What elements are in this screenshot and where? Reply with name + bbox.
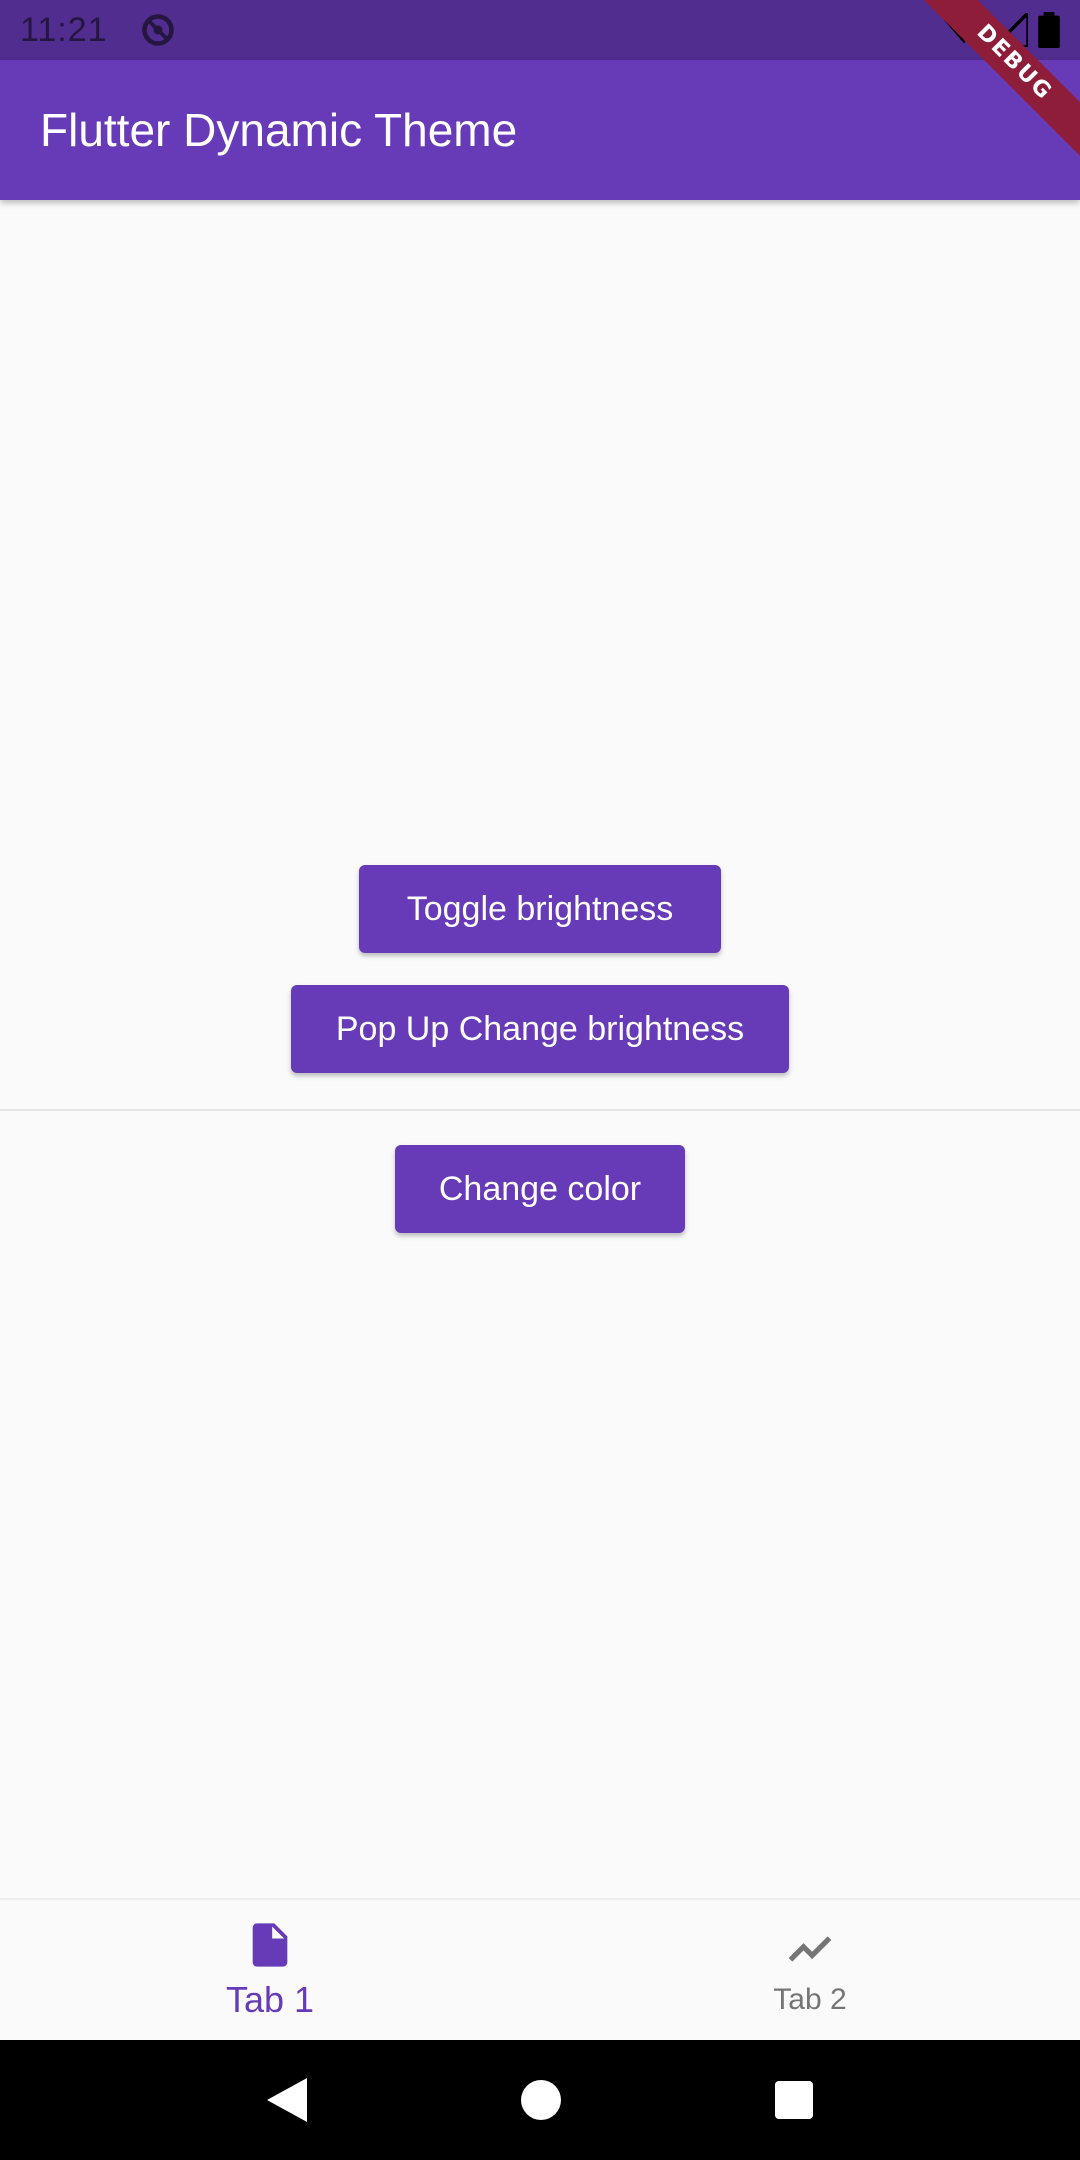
tab-1[interactable]: Tab 1 xyxy=(0,1900,540,2040)
system-navigation-bar xyxy=(0,2040,1080,2160)
status-bar: 11:21 xyxy=(0,0,1080,60)
home-icon[interactable] xyxy=(521,2080,561,2120)
change-color-button[interactable]: Change color xyxy=(395,1145,685,1233)
insert-drive-file-icon xyxy=(252,1923,288,1967)
app-bar: Flutter Dynamic Theme xyxy=(0,60,1080,200)
tab-2-label: Tab 2 xyxy=(773,1983,847,2016)
toggle-brightness-button[interactable]: Toggle brightness xyxy=(359,865,721,953)
sync-icon xyxy=(141,14,174,46)
debug-banner: DEBUG xyxy=(920,0,1080,160)
back-icon[interactable] xyxy=(267,2078,307,2122)
main-content: Toggle brightness Pop Up Change brightne… xyxy=(0,200,1080,1900)
debug-banner-label: DEBUG xyxy=(920,0,1080,160)
divider xyxy=(0,1109,1080,1111)
tab-1-label: Tab 1 xyxy=(225,1979,315,2020)
tab-2[interactable]: Tab 2 xyxy=(540,1900,1080,2040)
bottom-navigation: Tab 1 Tab 2 xyxy=(0,1898,1080,2040)
app-title: Flutter Dynamic Theme xyxy=(40,104,518,156)
recents-icon[interactable] xyxy=(775,2081,813,2119)
popup-change-brightness-button[interactable]: Pop Up Change brightness xyxy=(291,985,789,1073)
status-time: 11:21 xyxy=(20,10,108,49)
show-chart-icon xyxy=(788,1936,832,1962)
